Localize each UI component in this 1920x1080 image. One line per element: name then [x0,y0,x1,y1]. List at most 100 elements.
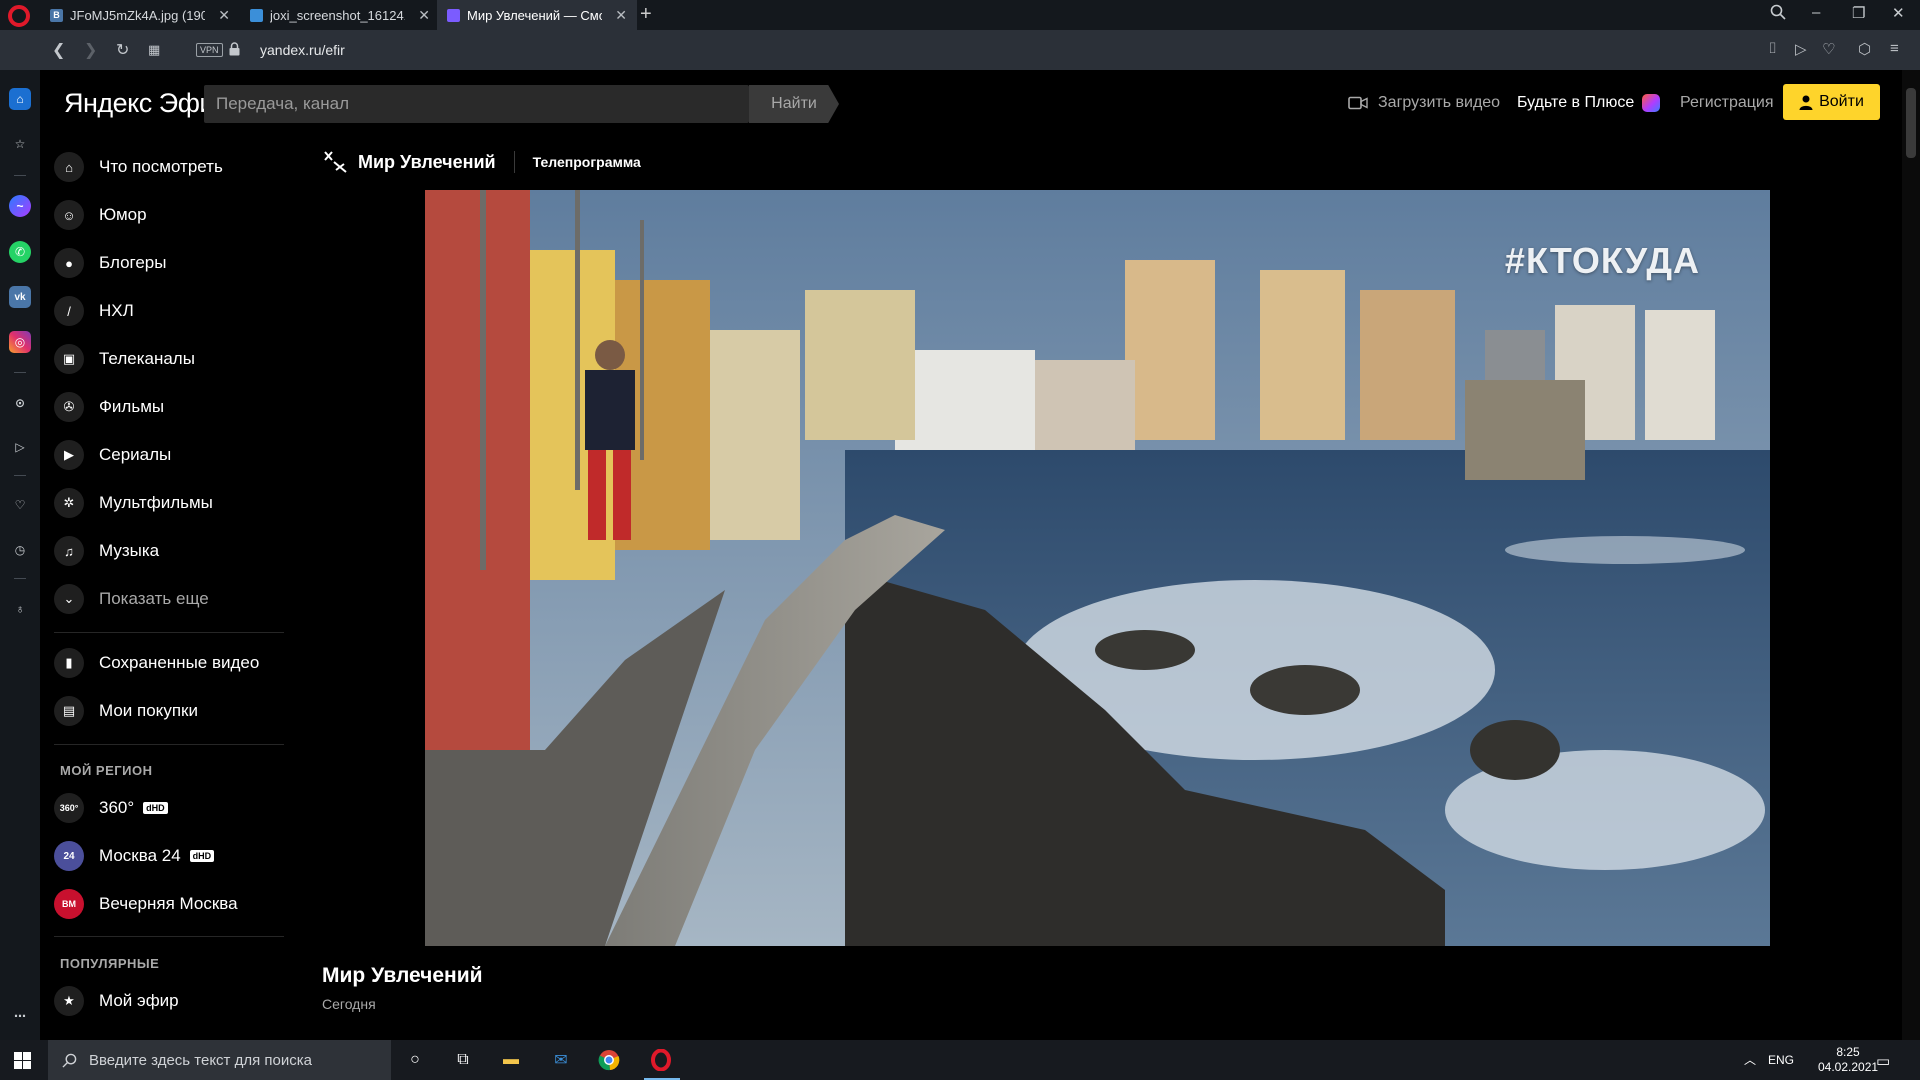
browser-tab-2[interactable]: joxi_screenshot_161241613 ✕ [240,0,440,30]
opera-taskbar-icon[interactable] [648,1048,674,1072]
taskbar-search-placeholder: Введите здесь текст для поиска [89,1051,312,1069]
nav-item-purchases[interactable]: ▤ Мои покупки [54,693,198,729]
register-link[interactable]: Регистрация [1680,94,1774,112]
mail-icon[interactable]: ✉ [548,1048,574,1072]
nav-item-films[interactable]: ✇ Фильмы [54,389,164,425]
film-reel-icon: ✇ [54,392,84,422]
nav-item-saved-videos[interactable]: ▮ Сохраненные видео [54,645,259,681]
history-icon[interactable]: ◷ [9,539,31,561]
nav-item-tv-channels[interactable]: ▣ Телеканалы [54,341,195,377]
home-icon: ⌂ [54,152,84,182]
login-button[interactable]: Войти [1783,84,1880,120]
windows-start-icon[interactable] [14,1052,31,1069]
moscow-24-logo: 24 [54,841,84,871]
nav-item-cartoons[interactable]: ✲ Мультфильмы [54,485,213,521]
heart-icon[interactable]: ♡ [1822,40,1835,58]
browser-tab-3[interactable]: Мир Увлечений — Смотр ✕ [437,0,637,30]
vpn-badge[interactable]: VPN [196,43,223,57]
minimize-icon[interactable]: – [1812,4,1820,21]
vk-icon[interactable]: vk [9,286,31,308]
channel-name[interactable]: Мир Увлечений [358,152,496,173]
clock-time: 8:25 [1836,1045,1860,1059]
tray-chevron-up-icon[interactable]: ︿ [1744,1051,1756,1068]
tv-guide-link[interactable]: Телепрограмма [533,154,641,170]
close-window-icon[interactable]: ✕ [1892,4,1905,22]
login-label: Войти [1819,93,1864,110]
box-icon[interactable]: ⬡ [1858,40,1871,58]
more-icon[interactable]: ⋯ [9,1005,31,1027]
video-scene-image [425,190,1770,946]
plus-label: Будьте в Плюсе [1517,94,1635,111]
search-icon [62,1053,77,1068]
search-box [204,85,749,123]
yandex-efir-icon [447,8,460,22]
cortana-icon[interactable]: ○ [402,1048,428,1072]
clock[interactable]: 8:25 04.02.2021 [1818,1045,1878,1075]
plus-link[interactable]: Будьте в Плюсе [1517,94,1661,112]
windows-taskbar: Введите здесь текст для поиска ○ ⧉ ▬ ✉ ︿… [0,1040,1920,1080]
nav-item-nhl[interactable]: / НХЛ [54,293,134,329]
tabs-grid-icon[interactable]: ▦ [148,42,160,58]
reload-icon[interactable]: ↻ [116,40,129,60]
upload-video-link[interactable]: Загрузить видео [1348,94,1500,112]
video-frame[interactable]: #КТОКУДА [425,190,1770,946]
region-section-title: МОЙ РЕГИОН [60,763,153,778]
channel-header: Мир Увлечений Телепрограмма [322,150,641,174]
home-icon[interactable]: ⌂ [9,88,31,110]
star-icon[interactable]: ☆ [9,133,31,155]
input-language[interactable]: ENG [1768,1053,1794,1067]
search-button[interactable]: Найти [749,85,839,123]
search-input[interactable] [204,85,749,123]
lightbulb-icon[interactable]: ♁ [9,598,31,620]
nav-show-more[interactable]: ⌄ Показать еще [54,581,209,617]
messenger-icon[interactable]: ~ [9,195,31,217]
nav-item-channel-360[interactable]: 360° 360° dHD [54,790,168,826]
chrome-icon[interactable] [596,1048,622,1072]
opera-logo-icon[interactable] [8,5,30,27]
send-icon[interactable]: ▷ [9,436,31,458]
video-camera-icon [1348,96,1368,110]
close-tab-icon[interactable]: ✕ [615,7,627,24]
nav-item-label: Блогеры [99,253,167,272]
url-field[interactable]: yandex.ru/efir [260,42,345,58]
video-title[interactable]: Мир Увлечений [322,964,483,988]
page-scrollbar-thumb[interactable] [1906,88,1916,158]
whatsapp-icon[interactable]: ✆ [9,241,31,263]
send-icon[interactable]: ▷ [1795,40,1807,58]
nav-item-music[interactable]: ♫ Музыка [54,533,159,569]
video-player[interactable]: #КТОКУДА [322,190,1873,946]
forward-icon[interactable]: ❯ [84,40,97,60]
browser-tab-bar: В JFoMJ5mZk4A.jpg (1906×9 ✕ joxi_screens… [0,0,1920,30]
nav-item-humor[interactable]: ☺ Юмор [54,197,147,233]
taskbar-search-input[interactable]: Введите здесь текст для поиска [48,1040,391,1080]
player-icon[interactable]: ⊙ [9,392,31,414]
back-icon[interactable]: ❮ [52,40,65,60]
nav-item-label: 360° [99,798,135,817]
nav-item-bloggers[interactable]: ● Блогеры [54,245,167,281]
nav-item-moscow-24[interactable]: 24 Москва 24 dHD [54,838,215,874]
clock-date: 04.02.2021 [1818,1060,1879,1074]
lock-icon [229,42,240,56]
task-view-icon[interactable]: ⧉ [450,1048,476,1072]
notification-icon[interactable]: ▭ [1876,1052,1890,1070]
file-explorer-icon[interactable]: ▬ [498,1048,524,1072]
nav-item-label: Юмор [99,205,147,224]
search-tabs-icon[interactable] [1770,4,1786,24]
joxi-icon [250,8,263,22]
close-tab-icon[interactable]: ✕ [418,7,430,24]
nav-item-my-efir[interactable]: ★ Мой эфир [54,983,179,1019]
nav-item-what-to-watch[interactable]: ⌂ Что посмотреть [54,149,223,185]
instagram-icon[interactable]: ◎ [9,331,31,353]
close-tab-icon[interactable]: ✕ [218,7,230,24]
bookmark-icon: ▮ [54,648,84,678]
menu-icon[interactable]: ≡ [1890,40,1899,57]
heart-icon[interactable]: ♡ [9,494,31,516]
browser-tab-1[interactable]: В JFoMJ5mZk4A.jpg (1906×9 ✕ [40,0,240,30]
nav-item-vechernyaya-moskva[interactable]: ВМ Вечерняя Москва [54,886,238,922]
new-tab-button[interactable]: + [640,3,652,26]
camera-icon[interactable]: ⌷ [1768,40,1777,57]
nav-item-series[interactable]: ▶ Сериалы [54,437,171,473]
page-scrollbar[interactable] [1902,70,1920,1040]
restore-icon[interactable]: ❐ [1852,4,1865,22]
sidebar-divider [14,372,26,373]
